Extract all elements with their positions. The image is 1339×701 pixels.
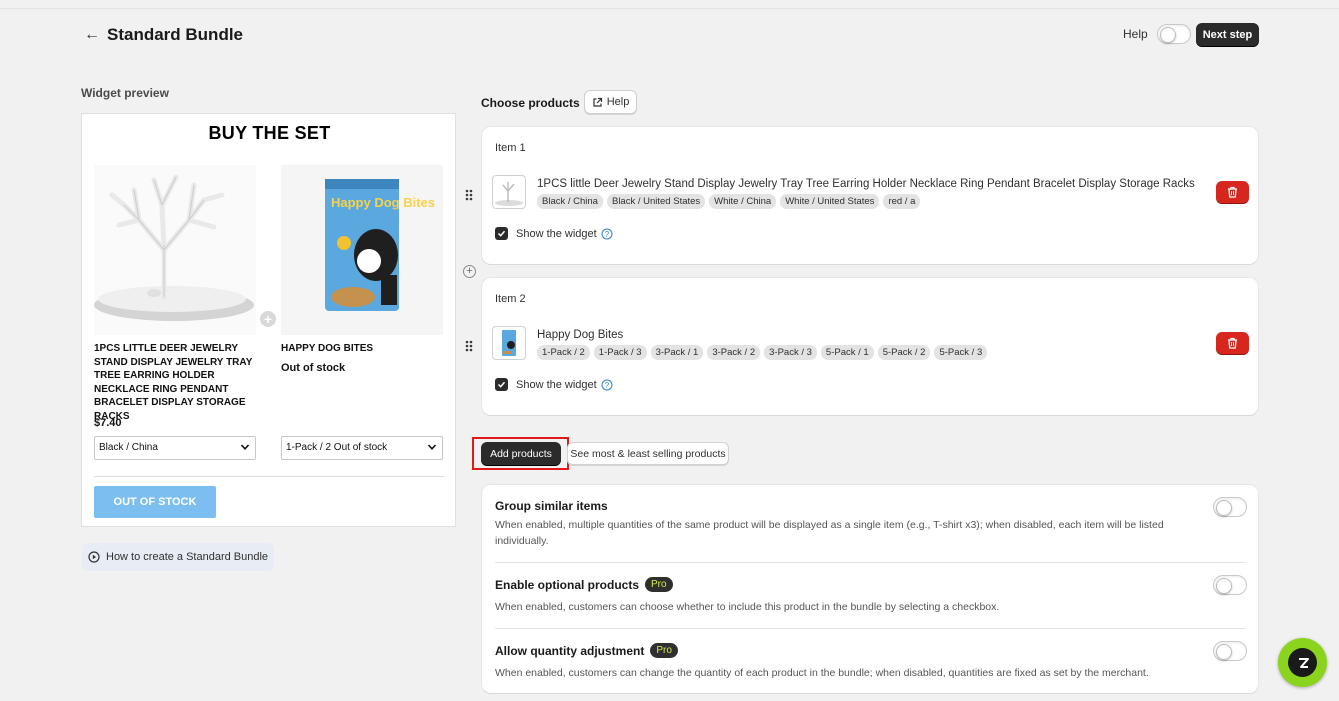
page-title: Standard Bundle <box>107 25 244 44</box>
play-circle-icon <box>88 551 100 563</box>
product-name: HAPPY DOG BITES <box>281 343 374 354</box>
deer-tree-jewelry-stand-image <box>94 165 256 335</box>
setting-title-text: Allow quantity adjustment <box>495 643 645 658</box>
setting-title: Enable optional products Pro <box>495 577 673 592</box>
delete-item-button[interactable] <box>1216 181 1249 203</box>
dog-food-bag-image: Happy Dog Bites <box>281 165 443 335</box>
drag-handle-icon[interactable] <box>465 189 473 201</box>
package-text: Happy Dog Bites <box>331 195 435 210</box>
checkmark-icon <box>497 230 506 237</box>
group-similar-toggle[interactable] <box>1213 497 1247 517</box>
see-selling-products-button[interactable]: See most & least selling products <box>567 442 729 465</box>
divider <box>495 562 1245 563</box>
help-button-label: Help <box>606 96 630 108</box>
pro-badge: Pro <box>650 643 678 658</box>
question-circle-icon[interactable]: ? <box>601 379 613 391</box>
add-products-button[interactable]: Add products <box>481 442 561 465</box>
product-thumbnail <box>492 175 526 209</box>
product-price: $7.40 <box>94 417 122 429</box>
settings-card: Group similar items When enabled, multip… <box>482 485 1258 693</box>
widget-preview-card: BUY THE SET + Happy Dog Bites 1PCS LITTL… <box>81 113 456 527</box>
variant-chip: Black / China <box>537 194 603 209</box>
variant-chip: 5-Pack / 3 <box>934 345 988 360</box>
variant-chip: White / United States <box>780 194 880 209</box>
variant-select-value: 1-Pack / 2 Out of stock <box>286 442 388 453</box>
top-divider <box>0 8 1339 9</box>
trash-icon <box>1228 186 1237 198</box>
setting-description: When enabled, customers can choose wheth… <box>495 601 1000 613</box>
svg-text:?: ? <box>604 230 609 239</box>
item-title: Item 2 <box>495 293 526 305</box>
delete-item-button[interactable] <box>1216 332 1249 354</box>
insert-item-plus-icon[interactable]: + <box>463 265 476 278</box>
app-logo-icon <box>1288 648 1317 677</box>
setting-description: When enabled, customers can change the q… <box>495 667 1149 679</box>
item-product-name: Happy Dog Bites <box>537 329 624 341</box>
pro-badge: Pro <box>645 577 673 592</box>
item-title: Item 1 <box>495 142 526 154</box>
chat-support-button[interactable] <box>1278 638 1327 687</box>
optional-products-toggle[interactable] <box>1213 575 1247 595</box>
variant-chip: 1-Pack / 3 <box>593 345 647 360</box>
product-thumbnail <box>492 326 526 360</box>
item-product-name: 1PCS little Deer Jewelry Stand Display J… <box>537 178 1195 190</box>
setting-title-text: Enable optional products <box>495 577 640 592</box>
bundle-heading: BUY THE SET <box>208 123 331 143</box>
show-widget-checkbox[interactable] <box>495 227 508 240</box>
show-widget-row: Show the widget ? <box>495 227 613 240</box>
back-arrow-icon[interactable]: ← <box>84 26 100 44</box>
widget-preview-label: Widget preview <box>81 86 169 100</box>
external-link-icon <box>593 97 602 107</box>
stock-status: Out of stock <box>281 362 346 374</box>
show-widget-row: Show the widget ? <box>495 378 613 391</box>
drag-handle-icon[interactable] <box>465 340 473 352</box>
variant-chip: Black / United States <box>606 194 706 209</box>
help-toggle[interactable] <box>1157 24 1191 44</box>
how-to-create-link[interactable]: How to create a Standard Bundle <box>82 543 274 571</box>
variant-chip: White / China <box>709 194 777 209</box>
item-card: Item 1 1PCS little Deer Jewelry Stand Di… <box>482 127 1258 264</box>
how-to-label: How to create a Standard Bundle <box>106 551 269 563</box>
show-widget-label: Show the widget <box>516 378 597 391</box>
variant-chips: Black / China Black / United States Whit… <box>537 194 921 209</box>
product-name: 1PCS LITTLE DEER JEWELRY STAND DISPLAY J… <box>94 343 253 422</box>
variant-chip: 5-Pack / 2 <box>877 345 931 360</box>
question-circle-icon[interactable]: ? <box>601 228 613 240</box>
checkmark-icon <box>497 381 506 388</box>
svg-text:?: ? <box>604 381 609 390</box>
divider <box>495 628 1245 629</box>
chevron-down-icon <box>240 444 250 450</box>
variant-chip: 3-Pack / 1 <box>650 345 704 360</box>
quantity-adjustment-toggle[interactable] <box>1213 641 1247 661</box>
setting-description: When enabled, multiple quantities of the… <box>495 519 1164 547</box>
show-widget-checkbox[interactable] <box>495 378 508 391</box>
show-widget-label: Show the widget <box>516 227 597 240</box>
variant-chip: 5-Pack / 1 <box>820 345 874 360</box>
variant-select-value: Black / China <box>99 442 158 453</box>
choose-products-label: Choose products <box>481 96 580 110</box>
setting-title: Group similar items <box>495 499 608 513</box>
variant-select[interactable]: Black / China <box>94 436 256 460</box>
variant-chips: 1-Pack / 2 1-Pack / 3 3-Pack / 1 3-Pack … <box>537 345 988 360</box>
divider <box>94 476 444 477</box>
plus-icon: + <box>260 311 276 327</box>
help-button[interactable]: Help <box>584 90 637 114</box>
variant-chip: 3-Pack / 2 <box>707 345 761 360</box>
setting-title: Allow quantity adjustment Pro <box>495 643 678 658</box>
item-card: Item 2 Happy Dog Bites 1-Pack / 2 1-Pack… <box>482 278 1258 415</box>
variant-select[interactable]: 1-Pack / 2 Out of stock <box>281 436 443 460</box>
variant-chip: red / a <box>883 194 921 209</box>
variant-chip: 1-Pack / 2 <box>537 345 590 360</box>
help-toggle-label: Help <box>1123 27 1148 41</box>
chevron-down-icon <box>427 444 437 450</box>
next-step-button[interactable]: Next step <box>1196 23 1259 46</box>
out-of-stock-button[interactable]: OUT OF STOCK <box>94 486 216 518</box>
variant-chip: 3-Pack / 3 <box>764 345 817 360</box>
trash-icon <box>1228 337 1237 349</box>
setting-title-text: Group similar items <box>495 499 608 513</box>
